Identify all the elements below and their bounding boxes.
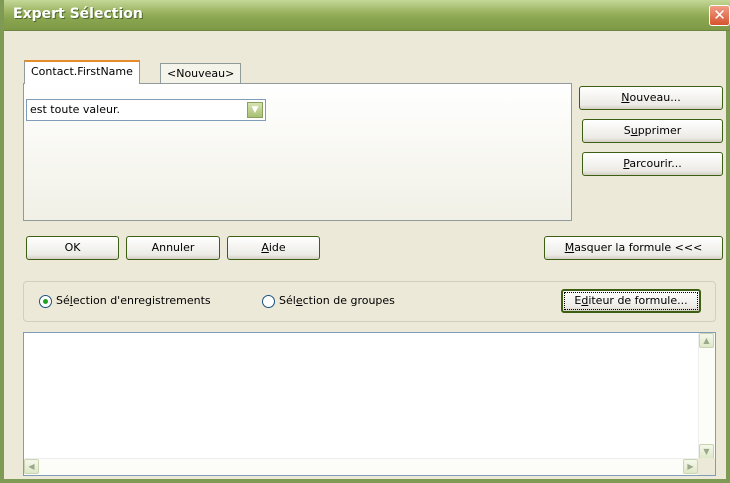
button-label: ide <box>268 241 286 254</box>
button-label: pprimer <box>637 124 682 137</box>
formula-textarea[interactable]: ▲ ▼ ◀ ▶ <box>23 332 716 476</box>
formula-editor-button[interactable]: Editeur de formule... <box>561 289 701 313</box>
scroll-right-icon[interactable]: ▶ <box>683 459 698 474</box>
accel-key: N <box>621 91 630 104</box>
button-label: iteur de formule... <box>588 294 688 307</box>
radio-record-selection-label[interactable]: Sélection d'enregistrements <box>56 294 211 307</box>
window-title: Expert Sélection <box>13 6 143 22</box>
new-button[interactable]: Nouveau... <box>579 86 723 110</box>
scrollbar-corner <box>698 458 715 475</box>
radio-group-selection-label[interactable]: Sélection de groupes <box>279 294 395 307</box>
title-bar[interactable]: Expert Sélection ✕ <box>4 0 730 31</box>
vertical-scrollbar[interactable]: ▲ ▼ <box>698 333 715 459</box>
accel-key: u <box>630 124 638 137</box>
close-button[interactable]: ✕ <box>709 5 730 26</box>
horizontal-scrollbar[interactable]: ◀ ▶ <box>24 458 698 475</box>
button-label: Annuler <box>151 241 195 254</box>
ok-button[interactable]: OK <box>26 236 119 260</box>
chevron-down-icon[interactable]: ▼ <box>247 102 263 118</box>
radio-checked-dot <box>43 299 48 304</box>
expert-selection-dialog: Expert Sélection ✕ Contact.FirstName <No… <box>0 0 730 483</box>
radio-label: ction de groupes <box>302 294 395 307</box>
button-label: S <box>623 124 631 137</box>
condition-value: est toute valeur. <box>30 103 120 116</box>
hide-formula-button[interactable]: Masquer la formule <<< <box>544 236 723 260</box>
tab-label: Contact.FirstName <box>31 65 133 78</box>
tab-new[interactable]: <Nouveau> <box>160 63 242 85</box>
delete-button[interactable]: Supprimer <box>582 119 723 143</box>
accel-key: e <box>295 294 303 307</box>
scroll-up-icon[interactable]: ▲ <box>699 333 714 348</box>
radio-label: Sé <box>56 294 70 307</box>
help-button[interactable]: Aide <box>227 236 320 260</box>
scroll-left-icon[interactable]: ◀ <box>24 459 39 474</box>
scroll-down-icon[interactable]: ▼ <box>699 444 714 459</box>
button-label: OK <box>64 241 81 254</box>
accel-key: M <box>564 241 575 254</box>
button-label: arcourir... <box>629 157 682 170</box>
radio-record-selection[interactable] <box>39 295 52 308</box>
button-label: asquer la formule <<< <box>574 241 703 254</box>
close-icon: ✕ <box>713 6 726 24</box>
radio-label: ection d'enregistrements <box>72 294 211 307</box>
radio-label: Sél <box>279 294 296 307</box>
accel-key: A <box>261 241 269 254</box>
condition-select[interactable]: est toute valeur. ▼ <box>26 99 266 121</box>
radio-group-selection[interactable] <box>262 295 275 308</box>
tab-label: <Nouveau> <box>167 67 235 80</box>
cancel-button[interactable]: Annuler <box>126 236 220 260</box>
button-label: ouveau... <box>629 91 681 104</box>
tab-contact-firstname[interactable]: Contact.FirstName <box>24 60 140 84</box>
browse-button[interactable]: Parcourir... <box>582 152 723 176</box>
